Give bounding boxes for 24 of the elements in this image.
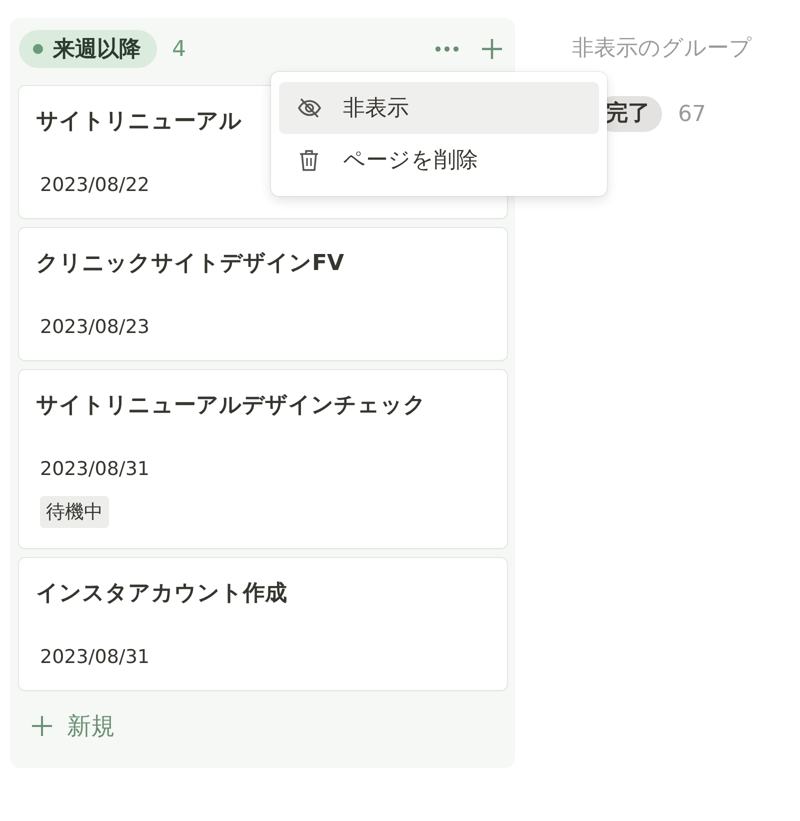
task-card[interactable]: クリニックサイトデザインFV 2023/08/23 [19,228,507,360]
dot-icon [33,44,43,54]
group-tag[interactable]: 来週以降 [19,30,157,68]
menu-item[interactable]: 非表示 [279,82,599,134]
plus-icon [31,715,53,737]
card-date: 2023/08/23 [39,315,151,340]
eye-slash-icon [297,96,321,120]
group-count: 4 [172,36,186,62]
card-date: 2023/08/31 [39,457,151,482]
trash-icon [297,148,321,172]
task-card[interactable]: サイトリニューアルデザインチェック 2023/08/31 待機中 [19,370,507,548]
card-title: サイトリニューアルデザインチェック [36,392,426,420]
group-count: 67 [678,102,706,126]
card-date: 2023/08/31 [39,645,151,670]
group-label: 来週以降 [53,36,141,64]
more-icon [435,46,459,52]
card-date: 2023/08/22 [39,173,151,198]
status-tag: 待機中 [40,496,109,528]
card-title: インスタアカウント作成 [36,580,287,608]
task-card[interactable]: インスタアカウント作成 2023/08/31 [19,558,507,690]
card-title: クリニックサイトデザインFV [36,250,344,278]
plus-icon [481,38,503,60]
card-title: サイトリニューアル [36,108,242,136]
hidden-groups-title: 非表示のグループ [572,35,752,63]
